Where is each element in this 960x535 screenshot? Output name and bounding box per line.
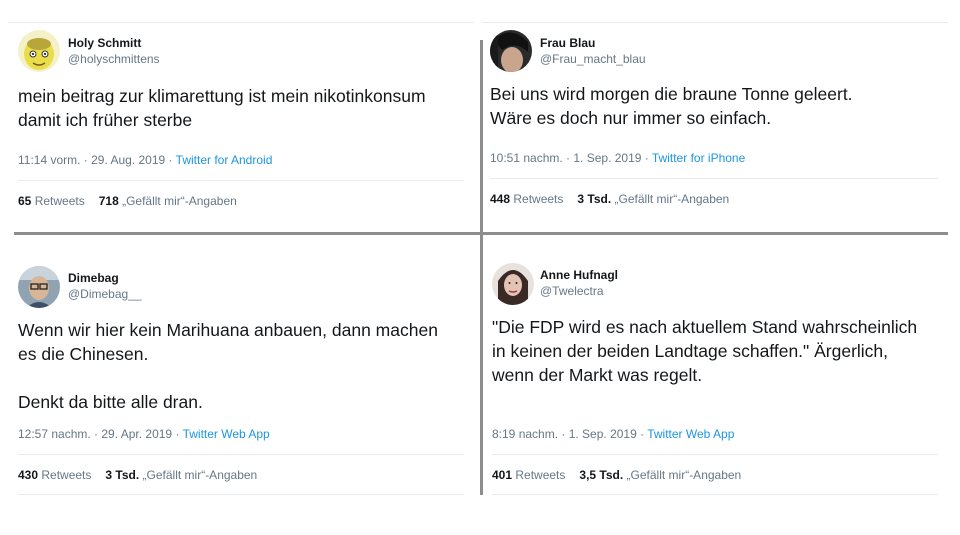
- retweets-count: 401: [492, 468, 513, 482]
- likes-count: 3,5 Tsd.: [579, 468, 624, 482]
- tweet-source-link[interactable]: Twitter Web App: [183, 427, 270, 441]
- user-handle[interactable]: @holyschmittens: [68, 52, 160, 66]
- tweet-text: Bei uns wird morgen die braune Tonne gel…: [490, 84, 853, 128]
- likes-count: 718: [98, 194, 119, 208]
- dark-hair-avatar-icon[interactable]: [490, 30, 532, 72]
- tweet-stats: 448 Retweets 3 Tsd. „Gefällt mir“-Angaben: [490, 192, 729, 206]
- likes-label: „Gefällt mir“-Angaben: [611, 192, 730, 206]
- likes-stat[interactable]: 3 Tsd. „Gefällt mir“-Angaben: [105, 468, 257, 482]
- tweet-stats: 65 Retweets 718 „Gefällt mir“-Angaben: [18, 194, 237, 208]
- tweet-timestamp: 10:51 nachm. · 1. Sep. 2019 · Twitter fo…: [490, 151, 745, 165]
- likes-label: „Gefällt mir“-Angaben: [139, 468, 258, 482]
- tweet-text: "Die FDP wird es nach aktuellem Stand wa…: [492, 317, 918, 385]
- tweet-source-link[interactable]: Twitter Web App: [647, 427, 734, 441]
- tweet-card-anne-hufnagl: Anne Hufnagl @Twelectra "Die FDP wird es…: [482, 238, 948, 498]
- yellow-cartoon-avatar-icon[interactable]: [18, 30, 60, 72]
- user-handle[interactable]: @Frau_macht_blau: [540, 52, 646, 66]
- tweet-text: mein beitrag zur klimarettung ist mein n…: [18, 86, 426, 130]
- retweets-label: Retweets: [31, 194, 85, 208]
- retweets-count: 430: [18, 468, 39, 482]
- tweet-source-link[interactable]: Twitter for iPhone: [652, 151, 745, 165]
- retweets-count: 65: [18, 194, 32, 208]
- stats-separator: [490, 178, 938, 179]
- tweet-stats: 401 Retweets 3,5 Tsd. „Gefällt mir“-Angab…: [492, 468, 741, 482]
- card-top-border: [482, 22, 948, 23]
- tweet-source-link[interactable]: Twitter for Android: [176, 153, 273, 167]
- display-name[interactable]: Frau Blau: [540, 36, 595, 50]
- vertical-grid-divider: [480, 40, 483, 495]
- stats-separator: [492, 454, 938, 455]
- likes-label: „Gefällt mir“-Angaben: [623, 468, 742, 482]
- retweets-stat[interactable]: 65 Retweets: [18, 194, 85, 208]
- tweet-stats: 430 Retweets 3 Tsd. „Gefällt mir“-Angaben: [18, 468, 257, 482]
- stats-separator: [18, 180, 464, 181]
- likes-stat[interactable]: 718 „Gefällt mir“-Angaben: [99, 194, 237, 208]
- retweets-label: Retweets: [512, 468, 566, 482]
- retweets-stat[interactable]: 448 Retweets: [490, 192, 563, 206]
- timestamp-text[interactable]: 12:57 nachm. · 29. Apr. 2019 ·: [18, 427, 183, 441]
- card-bottom-border: [18, 494, 464, 495]
- tweet-timestamp: 8:19 nachm. · 1. Sep. 2019 · Twitter Web…: [492, 427, 734, 441]
- user-handle[interactable]: @Dimebag__: [68, 287, 142, 301]
- tweet-timestamp: 12:57 nachm. · 29. Apr. 2019 · Twitter W…: [18, 427, 270, 441]
- retweets-label: Retweets: [38, 468, 92, 482]
- tweet-card-dimebag: Dimebag @Dimebag__ Wenn wir hier kein Ma…: [8, 238, 474, 498]
- likes-count: 3 Tsd.: [105, 468, 140, 482]
- retweets-count: 448: [490, 192, 511, 206]
- card-top-border: [8, 22, 474, 23]
- display-name[interactable]: Anne Hufnagl: [540, 268, 618, 282]
- woman-portrait-avatar-icon[interactable]: [492, 263, 534, 305]
- retweets-stat[interactable]: 401 Retweets: [492, 468, 565, 482]
- user-handle[interactable]: @Twelectra: [540, 284, 604, 298]
- likes-stat[interactable]: 3 Tsd. „Gefällt mir“-Angaben: [577, 192, 729, 206]
- card-bottom-border: [492, 494, 938, 495]
- horizontal-grid-divider: [14, 232, 948, 235]
- likes-label: „Gefällt mir“-Angaben: [118, 194, 237, 208]
- timestamp-text[interactable]: 11:14 vorm. · 29. Aug. 2019 ·: [18, 153, 176, 167]
- likes-count: 3 Tsd.: [577, 192, 612, 206]
- likes-stat[interactable]: 3,5 Tsd. „Gefällt mir“-Angaben: [579, 468, 741, 482]
- retweets-stat[interactable]: 430 Retweets: [18, 468, 91, 482]
- tweet-card-holy-schmitt: Holy Schmitt @holyschmittens mein beitra…: [8, 22, 474, 222]
- glasses-man-avatar-icon[interactable]: [18, 266, 60, 308]
- retweets-label: Retweets: [510, 192, 564, 206]
- tweet-card-frau-blau: Frau Blau @Frau_macht_blau Bei uns wird …: [482, 22, 948, 222]
- stats-separator: [18, 454, 464, 455]
- display-name[interactable]: Dimebag: [68, 271, 119, 285]
- timestamp-text[interactable]: 10:51 nachm. · 1. Sep. 2019 ·: [490, 151, 652, 165]
- timestamp-text[interactable]: 8:19 nachm. · 1. Sep. 2019 ·: [492, 427, 647, 441]
- tweet-timestamp: 11:14 vorm. · 29. Aug. 2019 · Twitter fo…: [18, 153, 272, 167]
- display-name[interactable]: Holy Schmitt: [68, 36, 141, 50]
- tweet-text: Wenn wir hier kein Marihuana anbauen, da…: [18, 320, 438, 412]
